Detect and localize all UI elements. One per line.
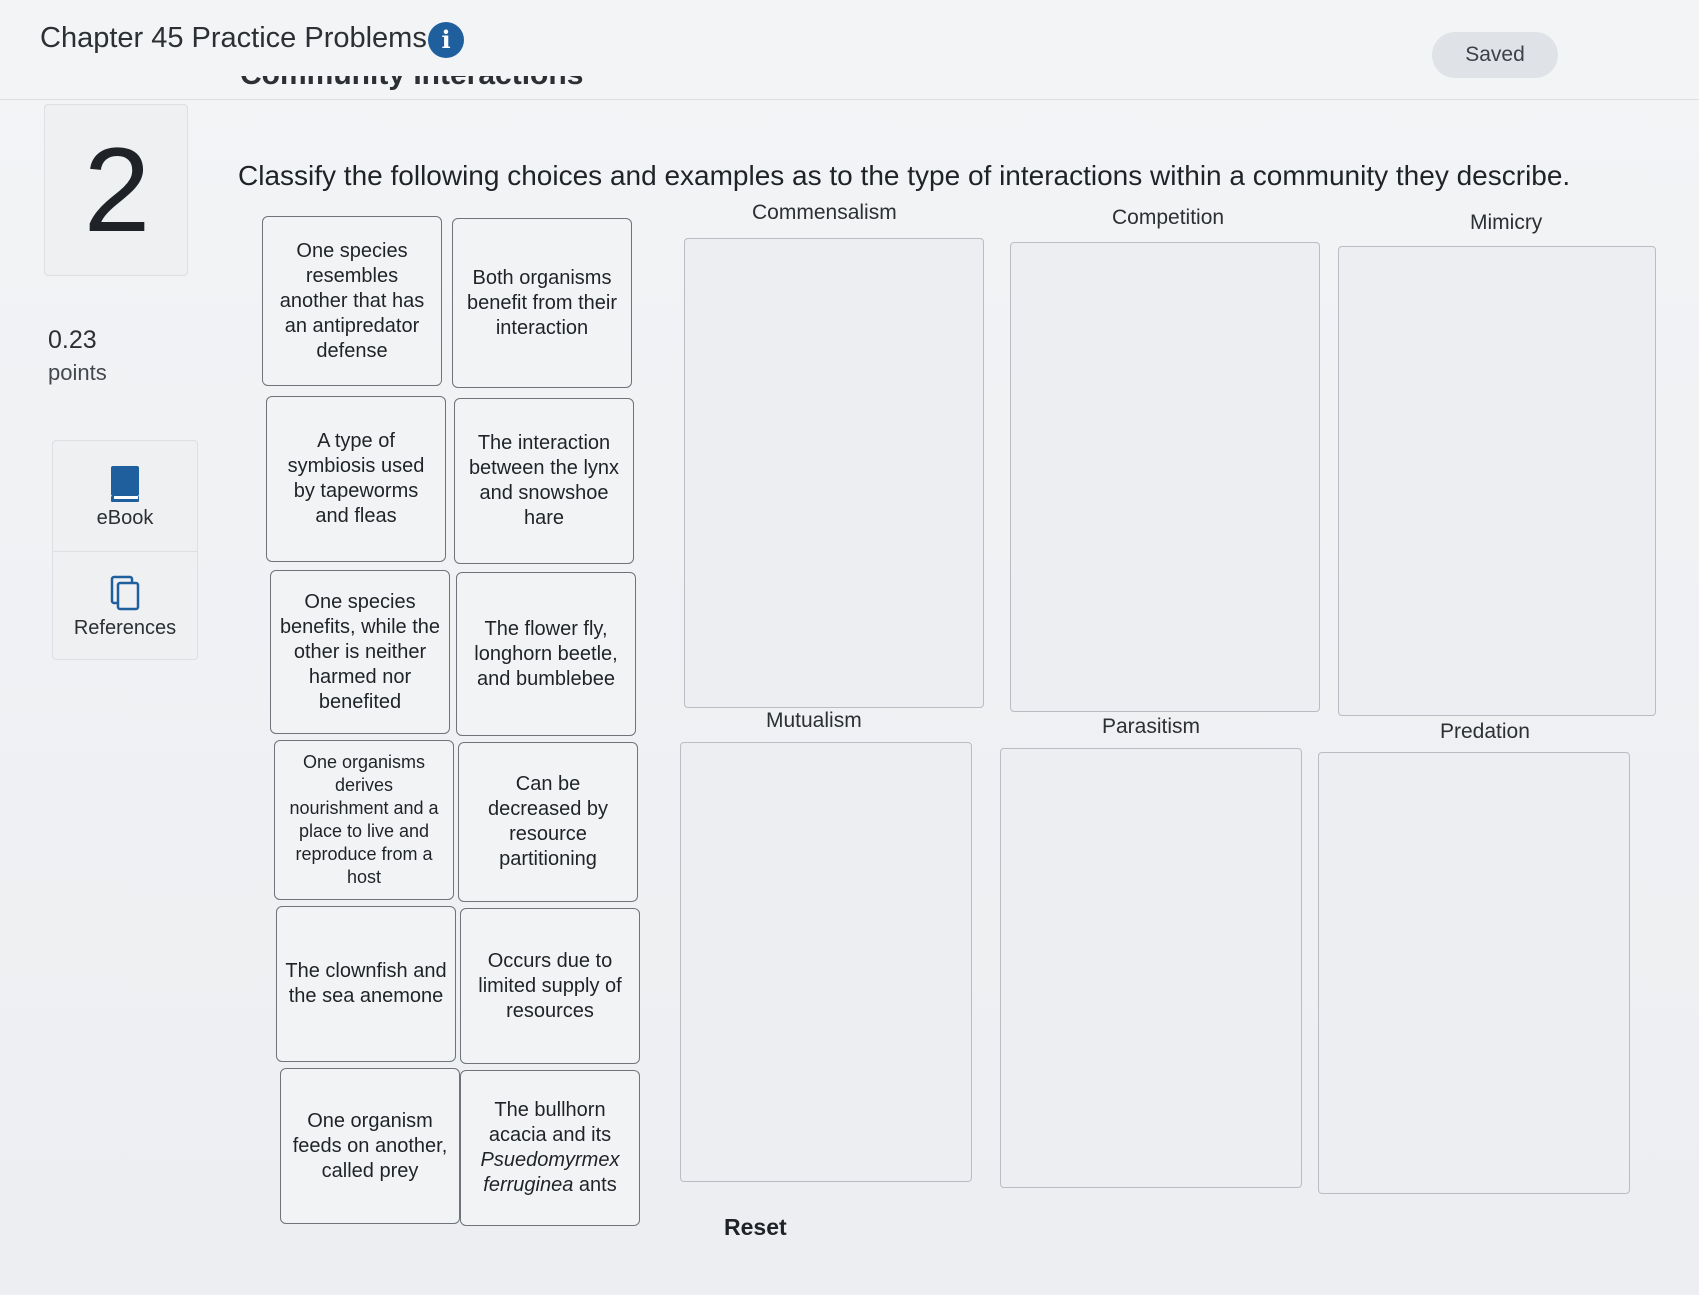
draggable-card[interactable]: One organisms derives nourishment and a … bbox=[274, 740, 454, 900]
section-heading: Community Interactions bbox=[240, 76, 625, 98]
draggable-card[interactable]: Can be decreased by resource partitionin… bbox=[458, 742, 638, 902]
reset-button[interactable]: Reset bbox=[724, 1214, 787, 1241]
drop-zone-mutualism[interactable] bbox=[680, 742, 972, 1182]
zone-label-parasitism: Parasitism bbox=[1102, 715, 1201, 738]
draggable-card[interactable]: One species resembles another that has a… bbox=[262, 216, 442, 386]
draggable-card[interactable]: A type of symbiosis used by tapeworms an… bbox=[266, 396, 446, 562]
info-icon[interactable]: i bbox=[428, 22, 464, 58]
question-number-box: 2 bbox=[44, 104, 188, 276]
drop-zone-parasitism[interactable] bbox=[1000, 748, 1302, 1188]
book-icon bbox=[111, 466, 139, 502]
zone-label-predation: Predation bbox=[1440, 720, 1530, 743]
question-number: 2 bbox=[83, 123, 151, 257]
draggable-card[interactable]: One species benefits, while the other is… bbox=[270, 570, 450, 734]
references-button[interactable]: References bbox=[53, 551, 197, 659]
bullhorn-card-text: The bullhorn acacia and its Psuedomyrmex… bbox=[480, 1099, 620, 1196]
draggable-card[interactable]: The flower fly, longhorn beetle, and bum… bbox=[456, 572, 636, 736]
saved-status-badge: Saved bbox=[1432, 32, 1558, 78]
zone-label-mutualism: Mutualism bbox=[766, 709, 862, 732]
draggable-card[interactable]: Both organisms benefit from their intera… bbox=[452, 218, 632, 388]
chapter-title: Chapter 45 Practice Problems bbox=[40, 22, 427, 54]
points-label: points bbox=[48, 360, 107, 385]
ebook-button[interactable]: eBook bbox=[53, 441, 197, 549]
drop-zone-commensalism[interactable] bbox=[684, 238, 984, 708]
draggable-card[interactable]: One organism feeds on another, called pr… bbox=[280, 1068, 460, 1224]
drop-zone-predation[interactable] bbox=[1318, 752, 1630, 1194]
references-label: References bbox=[73, 617, 177, 639]
tools-panel: eBook References bbox=[52, 440, 198, 660]
ebook-label: eBook bbox=[96, 507, 154, 529]
draggable-card[interactable]: The clownfish and the sea anemone bbox=[276, 906, 456, 1062]
draggable-card[interactable]: Occurs due to limited supply of resource… bbox=[460, 908, 640, 1064]
zone-label-commensalism: Commensalism bbox=[752, 201, 897, 224]
documents-icon bbox=[110, 575, 140, 611]
drop-zone-competition[interactable] bbox=[1010, 242, 1320, 712]
zone-label-mimicry: Mimicry bbox=[1470, 211, 1543, 234]
zone-label-competition: Competition bbox=[1112, 206, 1225, 229]
draggable-card[interactable]: The bullhorn acacia and its Psuedomyrmex… bbox=[460, 1070, 640, 1226]
header: Chapter 45 Practice Problems i Saved Com… bbox=[0, 0, 1699, 100]
points-value: 0.23 bbox=[48, 326, 97, 354]
drop-zone-mimicry[interactable] bbox=[1338, 246, 1656, 716]
question-prompt: Classify the following choices and examp… bbox=[238, 160, 1571, 191]
draggable-card[interactable]: The interaction between the lynx and sno… bbox=[454, 398, 634, 564]
